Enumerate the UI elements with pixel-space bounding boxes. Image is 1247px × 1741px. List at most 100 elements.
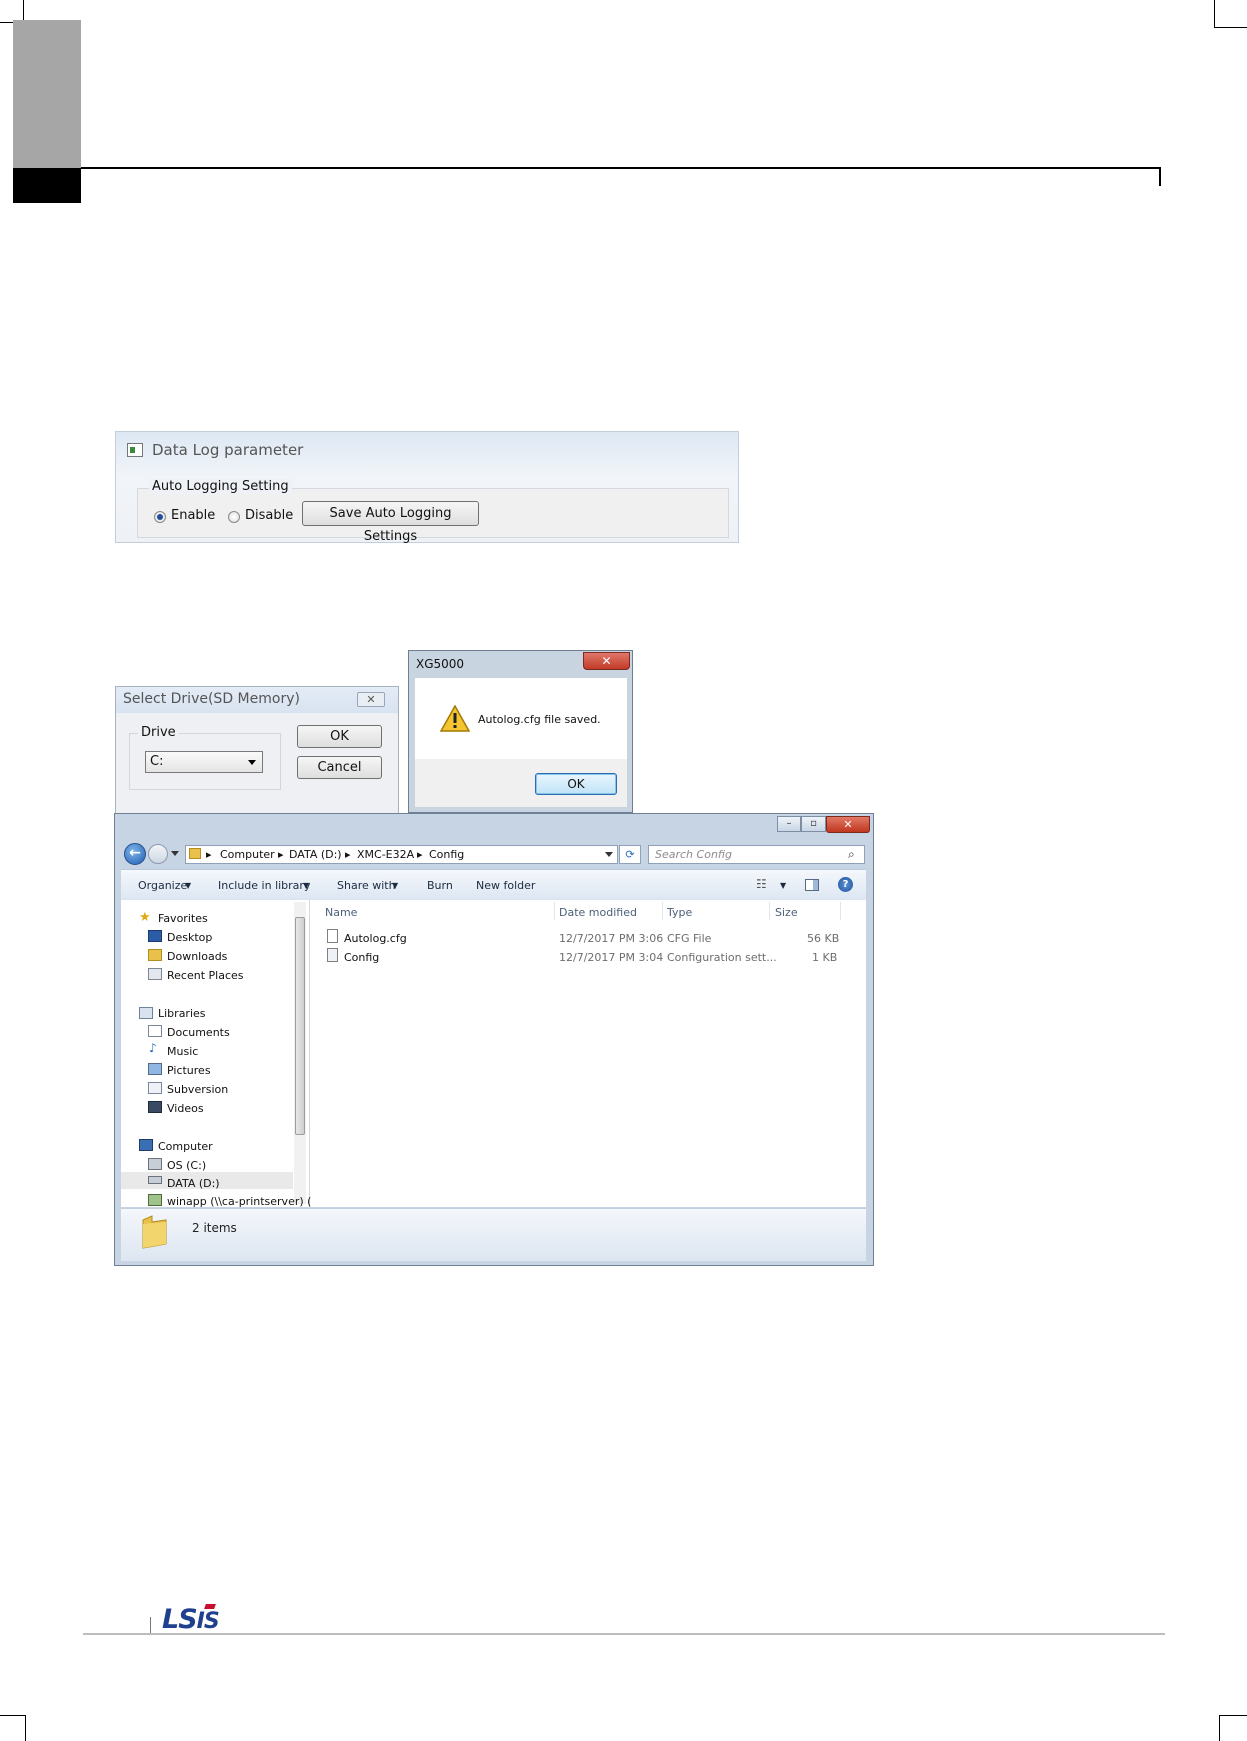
disable-label[interactable]: Disable xyxy=(245,508,293,523)
group-label: Drive xyxy=(138,725,179,740)
warning-icon xyxy=(440,705,470,732)
nav-pictures[interactable]: Pictures xyxy=(167,1064,211,1077)
nav-winapp[interactable]: winapp (\\ca-printserver) ( xyxy=(167,1195,311,1208)
refresh-icon[interactable]: ⟳ xyxy=(619,845,641,864)
nav-favorites[interactable]: Favorites xyxy=(158,912,208,925)
column-divider xyxy=(554,902,555,920)
nav-music[interactable]: Music xyxy=(167,1045,198,1058)
nav-documents[interactable]: Documents xyxy=(167,1026,230,1039)
folder-icon xyxy=(142,1215,167,1249)
nav-data-d[interactable]: DATA (D:) xyxy=(167,1177,220,1190)
libraries-icon xyxy=(139,1007,153,1019)
file-date: 12/7/2017 PM 3:06 xyxy=(559,932,664,945)
enable-label[interactable]: Enable xyxy=(171,508,215,523)
music-icon: ♪ xyxy=(149,1041,157,1055)
share-with-menu[interactable]: Share with xyxy=(337,879,396,892)
group-label: Auto Logging Setting xyxy=(149,479,292,494)
documents-icon xyxy=(148,1025,162,1037)
breadcrumb-xmc[interactable]: XMC-E32A xyxy=(357,848,414,861)
include-in-library-menu[interactable]: Include in library xyxy=(218,879,310,892)
close-icon[interactable]: ✕ xyxy=(357,692,385,707)
header-rule-tick xyxy=(1159,167,1161,186)
column-divider xyxy=(662,902,663,920)
enable-radio[interactable] xyxy=(154,511,166,523)
network-drive-icon xyxy=(148,1194,162,1206)
drive-select[interactable]: C: xyxy=(145,751,263,773)
file-name[interactable]: Config xyxy=(344,951,379,964)
column-name[interactable]: Name xyxy=(325,906,357,919)
pictures-icon xyxy=(148,1063,162,1075)
column-type[interactable]: Type xyxy=(667,906,692,919)
breadcrumb-separator: ▸ xyxy=(417,848,423,861)
close-icon[interactable]: ✕ xyxy=(583,652,630,670)
desktop-icon xyxy=(148,930,162,942)
nav-desktop[interactable]: Desktop xyxy=(167,931,212,944)
drive-d-icon xyxy=(148,1176,162,1184)
item-count: 2 items xyxy=(192,1221,237,1235)
breadcrumb-config[interactable]: Config xyxy=(429,848,464,861)
nav-subversion[interactable]: Subversion xyxy=(167,1083,228,1096)
organize-menu[interactable]: Organize xyxy=(138,879,187,892)
dialog-title: Select Drive(SD Memory) xyxy=(123,691,300,707)
nav-downloads[interactable]: Downloads xyxy=(167,950,227,963)
disable-radio[interactable] xyxy=(228,511,240,523)
file-size: 1 KB xyxy=(812,951,838,964)
breadcrumb-computer[interactable]: Computer xyxy=(220,848,275,861)
crop-mark xyxy=(1214,27,1247,28)
breadcrumb-separator: ▸ xyxy=(278,848,284,861)
scrollbar-thumb[interactable] xyxy=(295,917,305,1135)
column-date-modified[interactable]: Date modified xyxy=(559,906,637,919)
nav-videos[interactable]: Videos xyxy=(167,1102,204,1115)
nav-os-c[interactable]: OS (C:) xyxy=(167,1159,206,1172)
nav-libraries[interactable]: Libraries xyxy=(158,1007,206,1020)
crop-mark xyxy=(0,1715,26,1716)
drive-c-icon xyxy=(148,1158,162,1170)
drive-select-value: C: xyxy=(150,754,164,769)
column-size[interactable]: Size xyxy=(775,906,798,919)
crop-mark xyxy=(1219,1715,1220,1741)
chevron-down-icon: ▼ xyxy=(185,881,192,890)
new-folder-button[interactable]: New folder xyxy=(476,879,535,892)
view-options-icon[interactable]: ☷ xyxy=(756,877,767,891)
crop-mark xyxy=(25,1715,26,1741)
downloads-icon xyxy=(148,949,162,961)
chevron-down-icon[interactable] xyxy=(171,851,179,856)
breadcrumb-data-d[interactable]: DATA (D:) xyxy=(289,848,342,861)
footer-divider xyxy=(150,1617,151,1633)
burn-button[interactable]: Burn xyxy=(427,879,453,892)
subversion-icon xyxy=(148,1082,162,1094)
chevron-down-icon xyxy=(248,760,256,765)
file-date: 12/7/2017 PM 3:04 xyxy=(559,951,664,964)
message-box-title: XG5000 xyxy=(416,657,465,671)
file-name[interactable]: Autolog.cfg xyxy=(344,932,407,945)
preview-pane-icon[interactable] xyxy=(805,879,819,891)
nav-recent-places[interactable]: Recent Places xyxy=(167,969,244,982)
save-auto-logging-button[interactable]: Save Auto Logging Settings xyxy=(302,501,479,544)
forward-arrow-icon[interactable] xyxy=(148,844,168,864)
nav-computer[interactable]: Computer xyxy=(158,1140,213,1153)
chevron-down-icon: ▼ xyxy=(303,881,310,890)
search-icon[interactable]: ⌕ xyxy=(848,847,855,862)
file-icon xyxy=(327,929,338,943)
maximize-icon[interactable]: ▫ xyxy=(801,816,826,832)
folder-icon xyxy=(189,848,201,859)
file-type: CFG File xyxy=(667,932,712,945)
crop-mark xyxy=(23,0,24,22)
ok-button[interactable]: OK xyxy=(297,725,382,748)
recent-places-icon xyxy=(148,968,162,980)
dialog-app-icon xyxy=(127,443,143,457)
ok-button[interactable]: OK xyxy=(535,773,617,795)
search-placeholder: Search Config xyxy=(655,848,732,861)
logo-accent xyxy=(204,1604,216,1609)
help-icon[interactable]: ? xyxy=(838,877,853,892)
chevron-down-icon[interactable] xyxy=(605,852,613,857)
chevron-down-icon[interactable]: ▼ xyxy=(780,881,786,890)
file-type: Configuration sett... xyxy=(667,951,777,964)
close-icon[interactable]: ✕ xyxy=(826,816,870,833)
cancel-button[interactable]: Cancel xyxy=(297,756,382,779)
back-arrow-icon[interactable]: ← xyxy=(124,843,146,865)
crop-mark xyxy=(1214,0,1215,27)
crop-mark xyxy=(1219,1715,1247,1716)
computer-icon xyxy=(139,1139,153,1151)
minimize-icon[interactable]: – xyxy=(777,816,801,832)
